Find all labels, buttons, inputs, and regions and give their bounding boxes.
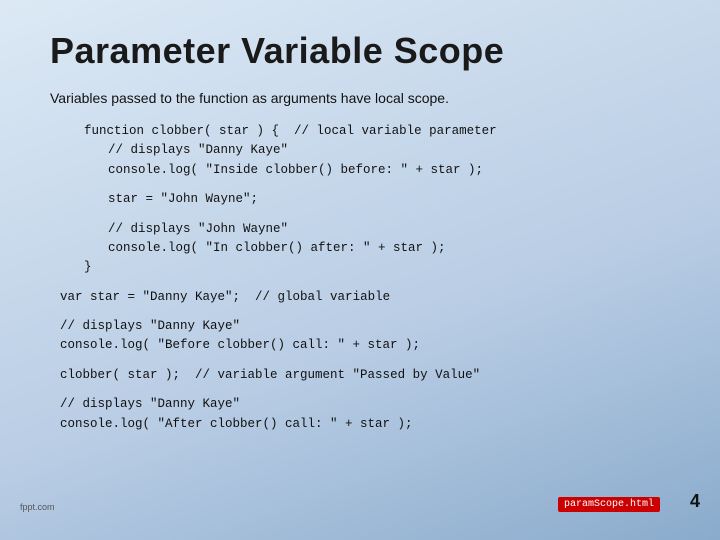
code-text: // displays "Danny Kaye"	[60, 397, 240, 411]
code-line: // displays "Danny Kaye"	[60, 395, 670, 414]
code-line: star = "John Wayne";	[108, 190, 670, 209]
code-block: function clobber( star ) { // local vari…	[60, 122, 670, 434]
slide-subtitle: Variables passed to the function as argu…	[50, 90, 670, 106]
code-text: console.log( "After clobber() call: " + …	[60, 417, 413, 431]
code-text: clobber( star ); // variable argument "P…	[60, 368, 480, 382]
code-line: clobber( star ); // variable argument "P…	[60, 366, 670, 385]
slide: Parameter Variable Scope Variables passe…	[0, 0, 720, 540]
code-text: // displays "Danny Kaye"	[60, 319, 240, 333]
code-line: // displays "John Wayne"	[108, 220, 670, 239]
code-line: }	[84, 258, 670, 277]
filename-badge: paramScope.html	[558, 497, 660, 512]
code-line: console.log( "Before clobber() call: " +…	[60, 336, 670, 355]
code-line: console.log( "After clobber() call: " + …	[60, 415, 670, 434]
code-text: function clobber( star ) { // local vari…	[84, 124, 497, 138]
code-line: // displays "Danny Kaye"	[108, 141, 670, 160]
code-text: // displays "Danny Kaye"	[108, 143, 288, 157]
code-text: console.log( "Before clobber() call: " +…	[60, 338, 420, 352]
code-text: }	[84, 260, 92, 274]
code-text: console.log( "In clobber() after: " + st…	[108, 241, 446, 255]
code-text: // displays "John Wayne"	[108, 222, 288, 236]
slide-number: 4	[690, 491, 700, 512]
code-line: // displays "Danny Kaye"	[60, 317, 670, 336]
code-line: function clobber( star ) { // local vari…	[84, 122, 670, 141]
code-text: console.log( "Inside clobber() before: "…	[108, 163, 483, 177]
code-text: var star = "Danny Kaye"; // global varia…	[60, 290, 390, 304]
code-text: star = "John Wayne";	[108, 192, 258, 206]
slide-title: Parameter Variable Scope	[50, 30, 670, 72]
code-line: var star = "Danny Kaye"; // global varia…	[60, 288, 670, 307]
code-line: console.log( "In clobber() after: " + st…	[108, 239, 670, 258]
ppt-logo: fppt.com	[20, 502, 55, 512]
code-line: console.log( "Inside clobber() before: "…	[108, 161, 670, 180]
